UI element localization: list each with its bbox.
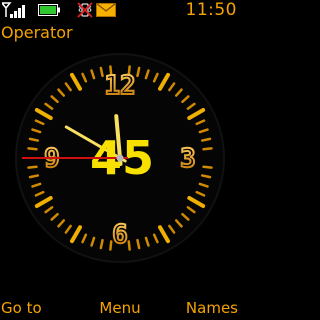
vibrate-off-icon <box>77 2 93 18</box>
status-time: 11:50 <box>185 0 237 20</box>
operator-name: Operator <box>1 23 73 42</box>
clock-tick <box>127 240 131 251</box>
clock-tick <box>200 174 212 179</box>
numeral-6: 6 <box>112 220 128 250</box>
clock-tick <box>136 238 141 250</box>
battery-icon <box>38 4 60 16</box>
clock-tick <box>202 147 213 151</box>
analog-clock: 12 3 6 9 45 <box>15 53 225 263</box>
softkey-names[interactable]: Names <box>186 298 238 318</box>
clock-tick <box>28 137 40 142</box>
clock-tick <box>99 238 104 250</box>
clock-tick <box>136 66 141 78</box>
new-message-icon <box>96 3 116 17</box>
clock-tick <box>99 66 104 78</box>
clock-tick <box>202 165 213 169</box>
numeral-12: 12 <box>104 71 135 101</box>
clock-tick <box>27 165 38 169</box>
clock-tick <box>28 174 40 179</box>
softkey-bar: Go to Menu Names <box>0 296 240 320</box>
numeral-3: 3 <box>180 144 196 174</box>
center-cap <box>116 154 124 162</box>
signal-strength-icon <box>2 2 25 18</box>
clock-tick <box>109 240 113 251</box>
clock-tick <box>27 147 38 151</box>
status-bar: 11:50 <box>0 0 240 20</box>
clock-tick <box>200 137 212 142</box>
